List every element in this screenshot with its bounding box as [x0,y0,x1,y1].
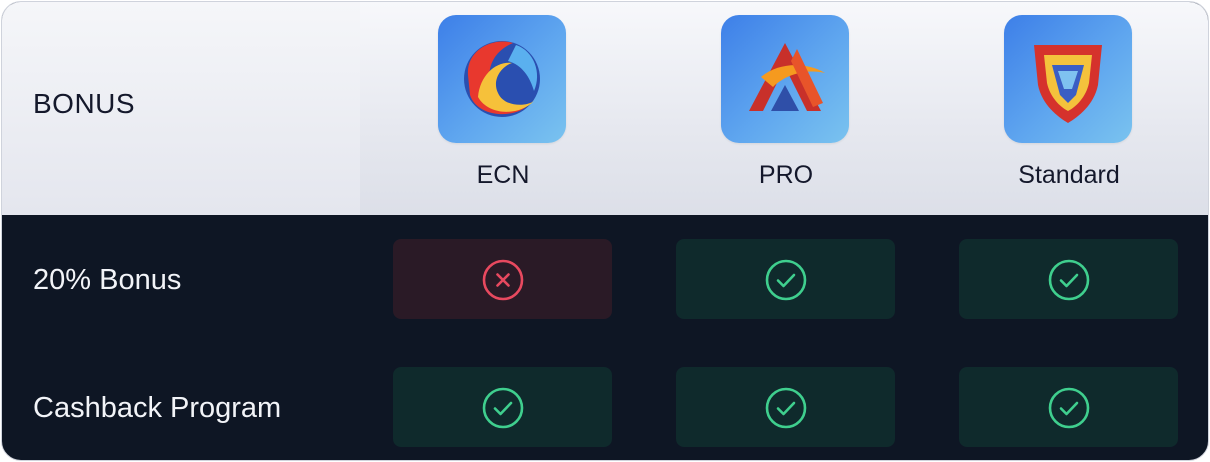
cell-cashback-standard [959,367,1178,447]
row-label-20-bonus: 20% Bonus [33,264,182,296]
header-label-cell: BONUS [2,2,360,215]
plan-column-ecn: ECN [393,2,613,215]
ecn-logo-icon [438,15,566,143]
cell-20-bonus-standard [959,239,1178,319]
plan-name-pro: PRO [758,161,814,189]
bonus-title: BONUS [33,88,136,119]
cell-cashback-pro [676,367,895,447]
row-label-cashback-program: Cashback Program [33,392,282,424]
check-circle-icon [765,387,807,429]
standard-logo-icon [1004,15,1132,143]
cell-20-bonus-ecn [393,239,612,319]
check-circle-icon [1048,387,1090,429]
plan-column-standard: Standard [959,2,1179,215]
cell-20-bonus-pro [676,239,895,319]
pro-logo-icon [721,15,849,143]
check-circle-icon [482,387,524,429]
plan-column-pro: PRO [676,2,896,215]
check-circle-icon [765,259,807,301]
cell-cashback-ecn [393,367,612,447]
check-circle-icon [1048,259,1090,301]
cross-circle-icon [482,259,524,301]
plan-name-ecn: ECN [476,161,530,189]
bonus-comparison-card: BONUS ECN PRO Standard 20% Bonus Cashbac… [1,1,1209,461]
plan-name-standard: Standard [1018,161,1120,189]
header-row: BONUS ECN PRO Standard [2,2,1208,215]
